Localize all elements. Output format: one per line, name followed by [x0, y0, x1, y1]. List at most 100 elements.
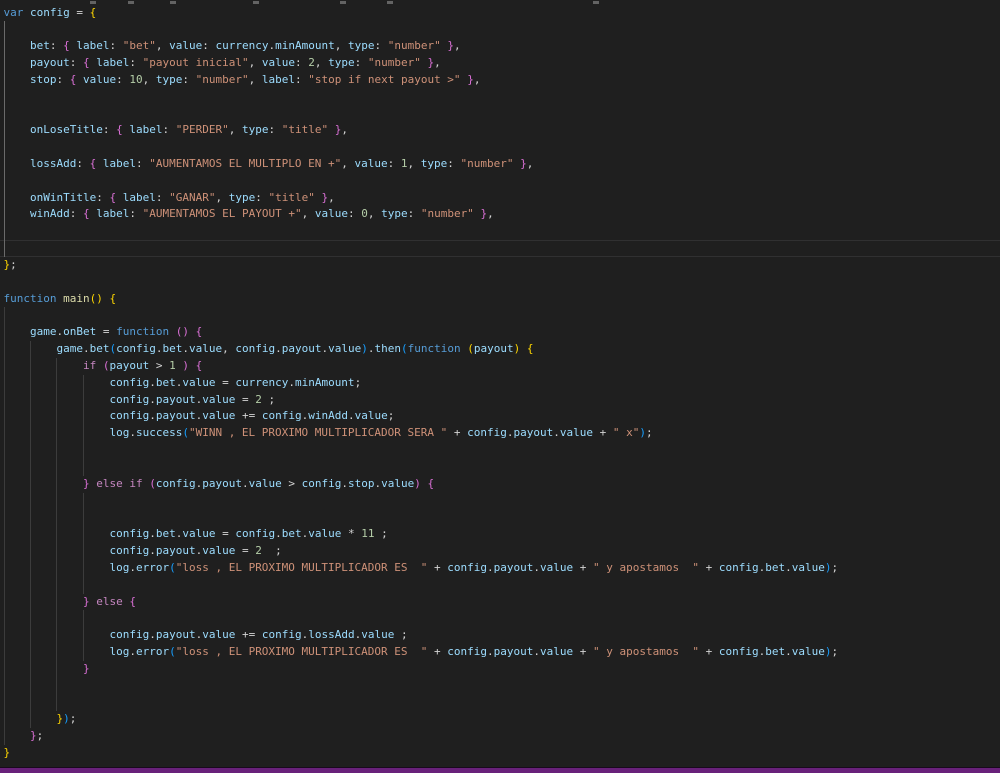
code-token: .	[149, 544, 156, 557]
indent-guide	[4, 509, 5, 526]
code-line[interactable]: config.bet.value = currency.minAmount;	[0, 375, 1000, 392]
code-line[interactable]: onLoseTitle: { label: "PERDER", type: "t…	[0, 122, 1000, 139]
code-token: config	[262, 409, 302, 422]
code-token: ,	[229, 123, 242, 136]
code-line[interactable]: lossAdd: { label: "AUMENTAMOS EL MULTIPL…	[0, 156, 1000, 173]
indent-guide	[4, 560, 5, 577]
code-token: value	[202, 628, 235, 641]
code-token: ,	[302, 207, 315, 220]
indent-guide	[30, 375, 31, 392]
code-line[interactable]	[0, 459, 1000, 476]
code-line[interactable]	[0, 493, 1000, 510]
indent-guide	[56, 610, 57, 627]
code-token: config	[467, 426, 507, 439]
code-token: }	[83, 595, 90, 608]
indent-guide	[4, 543, 5, 560]
code-line[interactable]: } else {	[0, 594, 1000, 611]
code-token: +=	[235, 628, 262, 641]
code-line[interactable]	[0, 307, 1000, 324]
code-line[interactable]	[0, 610, 1000, 627]
code-token: payout	[156, 544, 196, 557]
indent-guide	[4, 526, 5, 543]
indent-guide	[4, 694, 5, 711]
code-token: :	[70, 56, 83, 69]
code-line[interactable]	[0, 139, 1000, 156]
code-line[interactable]	[0, 173, 1000, 190]
code-token: value	[361, 628, 394, 641]
indent-guide	[4, 627, 5, 644]
code-line[interactable]: if (payout > 1 ) {	[0, 358, 1000, 375]
code-line[interactable]: onWinTitle: { label: "GANAR", type: "tit…	[0, 190, 1000, 207]
code-line[interactable]: log.success("WINN , EL PROXIMO MULTIPLIC…	[0, 425, 1000, 442]
indent-guide	[30, 644, 31, 661]
code-line[interactable]: };	[0, 728, 1000, 745]
code-token: else	[96, 477, 123, 490]
code-token: }	[447, 39, 454, 52]
indent-guide	[30, 425, 31, 442]
code-token: bet	[282, 527, 302, 540]
code-line[interactable]: var config = {	[0, 5, 1000, 22]
code-token: ,	[215, 191, 228, 204]
code-line[interactable]: config.payout.value = 2 ;	[0, 543, 1000, 560]
code-line[interactable]: log.error("loss , EL PROXIMO MULTIPLICAD…	[0, 644, 1000, 661]
code-line[interactable]: game.onBet = function () {	[0, 324, 1000, 341]
indent-guide	[56, 425, 57, 442]
code-line[interactable]: }	[0, 745, 1000, 762]
code-line[interactable]	[0, 106, 1000, 123]
indent-guide	[4, 156, 5, 173]
code-token	[4, 359, 83, 372]
code-line[interactable]	[0, 678, 1000, 695]
code-line[interactable]	[0, 89, 1000, 106]
code-line[interactable]	[0, 509, 1000, 526]
code-line[interactable]: });	[0, 711, 1000, 728]
code-line[interactable]	[0, 21, 1000, 38]
code-line[interactable]: config.payout.value += config.lossAdd.va…	[0, 627, 1000, 644]
code-line[interactable]	[0, 577, 1000, 594]
code-token: .	[275, 342, 282, 355]
code-line[interactable]: stop: { value: 10, type: "number", label…	[0, 72, 1000, 89]
code-line[interactable]	[0, 442, 1000, 459]
code-line[interactable]: game.bet(config.bet.value, config.payout…	[0, 341, 1000, 358]
code-token	[4, 73, 31, 86]
code-token: payout	[282, 342, 322, 355]
code-line-current[interactable]	[0, 240, 1000, 257]
code-line[interactable]	[0, 223, 1000, 240]
code-editor[interactable]: var config = { bet: { label: "bet", valu…	[0, 0, 1000, 762]
code-token: 2	[308, 56, 315, 69]
code-token: "number"	[196, 73, 249, 86]
code-line[interactable]: payout: { label: "payout inicial", value…	[0, 55, 1000, 72]
code-token: if	[129, 477, 142, 490]
code-token: ,	[434, 56, 441, 69]
code-token: :	[50, 39, 63, 52]
code-token: .	[83, 342, 90, 355]
code-line[interactable]: };	[0, 257, 1000, 274]
code-line[interactable]: } else if (config.payout.value > config.…	[0, 476, 1000, 493]
indent-guide	[4, 206, 5, 223]
indent-guide	[56, 476, 57, 493]
code-token: }	[467, 73, 474, 86]
indent-guide	[30, 694, 31, 711]
code-line[interactable]: config.bet.value = config.bet.value * 11…	[0, 526, 1000, 543]
clipped-text-fragment	[593, 1, 599, 4]
code-token: "stop if next payout >"	[308, 73, 460, 86]
code-token	[96, 157, 103, 170]
code-line[interactable]: config.payout.value += config.winAdd.val…	[0, 408, 1000, 425]
code-line[interactable]	[0, 274, 1000, 291]
code-line[interactable]: bet: { label: "bet", value: currency.min…	[0, 38, 1000, 55]
code-token: type	[229, 191, 256, 204]
code-token: ,	[341, 157, 354, 170]
code-line[interactable]: log.error("loss , EL PROXIMO MULTIPLICAD…	[0, 560, 1000, 577]
code-token: ;	[37, 729, 44, 742]
indent-guide	[4, 89, 5, 106]
code-line[interactable]	[0, 694, 1000, 711]
code-line[interactable]: winAdd: { label: "AUMENTAMOS EL PAYOUT +…	[0, 206, 1000, 223]
code-line[interactable]: function main() {	[0, 291, 1000, 308]
code-line[interactable]: }	[0, 661, 1000, 678]
code-line[interactable]: config.payout.value = 2 ;	[0, 392, 1000, 409]
indent-guide	[4, 577, 5, 594]
indent-guide	[4, 72, 5, 89]
indent-guide	[83, 610, 84, 627]
code-token: :	[182, 73, 195, 86]
code-token: payout	[494, 561, 534, 574]
code-token: lossAdd	[30, 157, 76, 170]
